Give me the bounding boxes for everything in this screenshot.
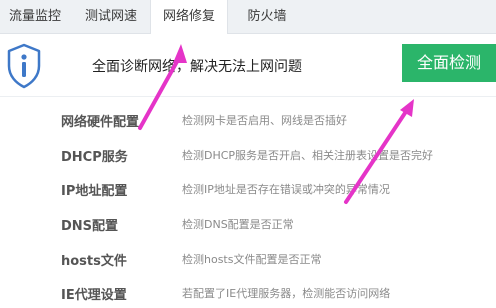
list-item: hosts文件 检测hosts文件配置是否正常 xyxy=(0,250,496,274)
item-name: 网络硬件配置 xyxy=(61,115,140,130)
item-name: DHCP服务 xyxy=(61,150,128,165)
diagnosis-headline: 全面诊断网络，解决无法上网问题 xyxy=(92,59,302,75)
tab-bar: 流量监控 测试网速 网络修复 防火墙 xyxy=(0,0,496,34)
item-description: 检测DHCP服务是否开启、相关注册表设置是否完好 xyxy=(182,149,434,162)
item-description: 检测IP地址是否存在错误或冲突的异常情况 xyxy=(182,183,390,196)
full-check-button[interactable]: 全面检测 xyxy=(402,44,496,82)
item-description: 检测DNS配置是否正常 xyxy=(182,218,294,231)
item-name: IE代理设置 xyxy=(61,288,127,303)
tab-speed-test[interactable]: 测试网速 xyxy=(72,0,150,33)
item-description: 检测网卡是否启用、网线是否插好 xyxy=(182,114,347,127)
list-item: DHCP服务 检测DHCP服务是否开启、相关注册表设置是否完好 xyxy=(0,146,496,170)
item-description: 若配置了IE代理服务器，检测能否访问网络 xyxy=(182,287,391,300)
list-item: 网络硬件配置 检测网卡是否启用、网线是否插好 xyxy=(0,111,496,135)
list-item: IE代理设置 若配置了IE代理服务器，检测能否访问网络 xyxy=(0,284,496,308)
item-name: DNS配置 xyxy=(61,219,119,234)
item-description: 检测hosts文件配置是否正常 xyxy=(182,253,322,266)
item-name: hosts文件 xyxy=(61,254,127,269)
list-item: IP地址配置 检测IP地址是否存在错误或冲突的异常情况 xyxy=(0,180,496,204)
tab-network-repair[interactable]: 网络修复 xyxy=(150,0,228,34)
list-item: DNS配置 检测DNS配置是否正常 xyxy=(0,215,496,239)
item-name: IP地址配置 xyxy=(61,184,128,199)
tab-traffic-monitor[interactable]: 流量监控 xyxy=(0,0,70,33)
shield-info-icon xyxy=(7,43,41,89)
tab-firewall[interactable]: 防火墙 xyxy=(228,0,306,33)
